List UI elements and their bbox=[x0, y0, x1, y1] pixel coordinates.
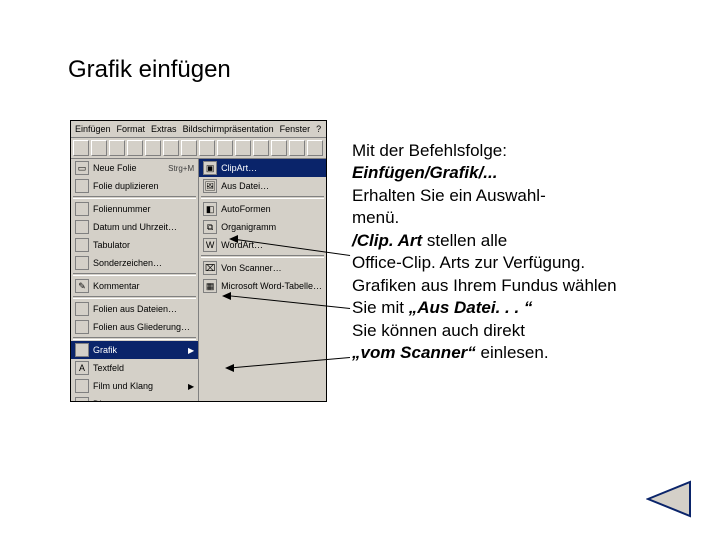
toolbar-button bbox=[199, 140, 215, 156]
menu-item-chart: ▥Diagramm… bbox=[71, 395, 198, 402]
body-line: Mit der Befehlsfolge: bbox=[352, 140, 702, 162]
body-line: menü. bbox=[352, 207, 702, 229]
body-line: Sie mit „Aus Datei. . . “ bbox=[352, 297, 702, 319]
submenu-fromfile: 🖼Aus Datei… bbox=[199, 177, 326, 195]
page-title: Grafik einfügen bbox=[68, 56, 231, 84]
submenu-wordtable: ▦Microsoft Word-Tabelle… bbox=[199, 277, 326, 295]
toolbar-button bbox=[127, 140, 143, 156]
body-line: Grafiken aus Ihrem Fundus wählen bbox=[352, 275, 702, 297]
toolbar-button bbox=[73, 140, 89, 156]
blank-icon bbox=[75, 238, 89, 252]
body-line: Office-Clip. Arts zur Verfügung. bbox=[352, 252, 702, 274]
menubar-item: Fenster bbox=[280, 124, 311, 134]
menu-item-slide-no: Foliennummer bbox=[71, 200, 198, 218]
orgchart-icon: ⧉ bbox=[203, 220, 217, 234]
comment-icon: ✎ bbox=[75, 279, 89, 293]
submenu-autoshapes: ◧AutoFormen bbox=[199, 200, 326, 218]
blank-icon bbox=[75, 179, 89, 193]
body-line: /Clip. Art stellen alle bbox=[352, 230, 702, 252]
body-line: Einfügen/Grafik/... bbox=[352, 162, 702, 184]
arrow-left-icon bbox=[225, 364, 234, 372]
screenshot-menubar: Einfügen Format Extras Bildschirmpräsent… bbox=[71, 121, 326, 138]
toolbar-button bbox=[163, 140, 179, 156]
toolbar-button bbox=[235, 140, 251, 156]
wordart-icon: W bbox=[203, 238, 217, 252]
menu-item-movie: Film und Klang▶ bbox=[71, 377, 198, 395]
arrow-left-icon bbox=[646, 480, 692, 518]
back-button[interactable] bbox=[646, 480, 692, 518]
menu-item-graphic: Grafik▶ bbox=[71, 341, 198, 359]
toolbar-button bbox=[145, 140, 161, 156]
blank-icon bbox=[75, 379, 89, 393]
toolbar-button bbox=[253, 140, 269, 156]
menu-item-new-slide: ▭Neue FolieStrg+M bbox=[71, 159, 198, 177]
menubar-item: Einfügen bbox=[75, 124, 111, 134]
body-line: „vom Scanner“ einlesen. bbox=[352, 342, 702, 364]
menubar-item: Extras bbox=[151, 124, 177, 134]
blank-icon bbox=[75, 343, 89, 357]
textbox-icon: A bbox=[75, 361, 89, 375]
menu-item-comment: ✎Kommentar bbox=[71, 277, 198, 295]
submenu-wordart: WWordArt… bbox=[199, 236, 326, 254]
arrow-left-icon bbox=[222, 292, 231, 300]
menubar-item: Bildschirmpräsentation bbox=[183, 124, 274, 134]
clipart-icon: ▣ bbox=[203, 161, 217, 175]
body-text: Mit der Befehlsfolge: Einfügen/Grafik/..… bbox=[352, 140, 702, 364]
wordtable-icon: ▦ bbox=[203, 279, 217, 293]
blank-icon bbox=[75, 256, 89, 270]
submenu-orgchart: ⧉Organigramm bbox=[199, 218, 326, 236]
autoshapes-icon: ◧ bbox=[203, 202, 217, 216]
body-line: Erhalten Sie ein Auswahl- bbox=[352, 185, 702, 207]
submenu-clipart: ▣ClipArt… bbox=[199, 159, 326, 177]
insert-menu: ▭Neue FolieStrg+M Folie duplizieren Foli… bbox=[71, 159, 199, 402]
menu-item-special: Sonderzeichen… bbox=[71, 254, 198, 272]
submenu-scanner: ⌧Von Scanner… bbox=[199, 259, 326, 277]
screenshot-toolbar bbox=[71, 138, 326, 159]
menu-item-tabs: Tabulator bbox=[71, 236, 198, 254]
toolbar-button bbox=[217, 140, 233, 156]
arrow-left-icon bbox=[229, 235, 238, 243]
blank-icon bbox=[75, 202, 89, 216]
toolbar-button bbox=[109, 140, 125, 156]
menu-item-dup-slide: Folie duplizieren bbox=[71, 177, 198, 195]
menu-item-from-files: Folien aus Dateien… bbox=[71, 300, 198, 318]
toolbar-button bbox=[91, 140, 107, 156]
arrow-right-icon: ▶ bbox=[188, 382, 194, 391]
blank-icon bbox=[75, 220, 89, 234]
toolbar-button bbox=[289, 140, 305, 156]
blank-icon bbox=[75, 302, 89, 316]
menubar-item: Format bbox=[117, 124, 146, 134]
menubar-item: ? bbox=[316, 124, 321, 134]
new-slide-icon: ▭ bbox=[75, 161, 89, 175]
arrow-right-icon: ▶ bbox=[188, 346, 194, 355]
scanner-icon: ⌧ bbox=[203, 261, 217, 275]
toolbar-button bbox=[271, 140, 287, 156]
menu-item-datetime: Datum und Uhrzeit… bbox=[71, 218, 198, 236]
screenshot: Einfügen Format Extras Bildschirmpräsent… bbox=[70, 120, 327, 402]
toolbar-button bbox=[307, 140, 323, 156]
blank-icon bbox=[75, 320, 89, 334]
menu-item-from-outline: Folien aus Gliederung… bbox=[71, 318, 198, 336]
chart-icon: ▥ bbox=[75, 397, 89, 402]
menu-item-textbox: ATextfeld bbox=[71, 359, 198, 377]
toolbar-button bbox=[181, 140, 197, 156]
fromfile-icon: 🖼 bbox=[203, 179, 217, 193]
body-line: Sie können auch direkt bbox=[352, 320, 702, 342]
